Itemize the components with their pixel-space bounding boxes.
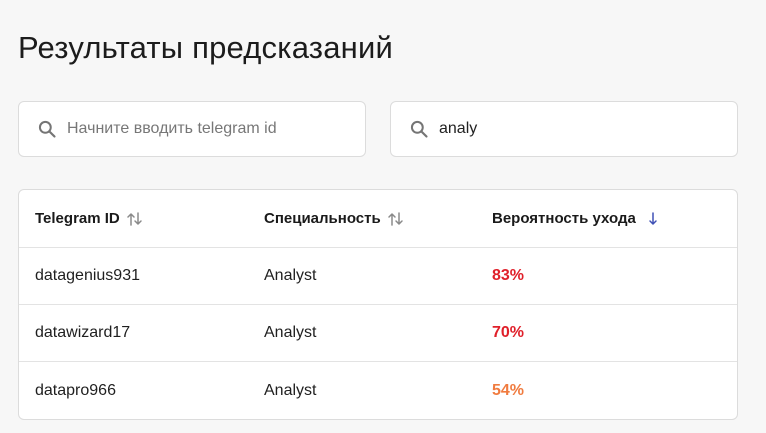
specialty-cell: Analyst <box>264 267 317 284</box>
telegram-id-search-box[interactable] <box>18 101 366 157</box>
search-icon <box>410 120 428 138</box>
column-header-churn-probability[interactable]: Вероятность ухода <box>492 190 662 247</box>
predictions-table: Telegram ID Специальность Вероятность ух… <box>18 189 738 420</box>
arrow-down-icon[interactable] <box>644 211 662 227</box>
table-row[interactable]: datapro966 Analyst 54% <box>19 362 737 419</box>
churn-probability-cell: 54% <box>492 381 525 399</box>
churn-probability-cell: 70% <box>492 324 525 341</box>
column-header-label: Telegram ID <box>35 210 120 227</box>
telegram-id-cell: datapro966 <box>35 381 116 399</box>
column-header-specialty[interactable]: Специальность <box>264 190 405 247</box>
table-header-row: Telegram ID Специальность Вероятность ух… <box>19 190 737 248</box>
column-header-label: Вероятность ухода <box>492 210 636 227</box>
specialty-cell: Analyst <box>264 324 317 341</box>
sort-arrows-icon[interactable] <box>387 211 405 227</box>
specialty-search-input[interactable] <box>439 120 699 138</box>
specialty-cell: Analyst <box>264 381 317 399</box>
telegram-id-cell: datawizard17 <box>35 324 131 341</box>
telegram-id-cell: datagenius931 <box>35 267 140 284</box>
churn-probability-cell: 83% <box>492 267 525 284</box>
column-header-label: Специальность <box>264 210 381 227</box>
column-header-telegram-id[interactable]: Telegram ID <box>35 190 144 247</box>
sort-arrows-icon[interactable] <box>126 211 144 227</box>
telegram-id-search-input[interactable] <box>67 120 327 138</box>
specialty-search-box[interactable] <box>390 101 738 157</box>
table-row[interactable]: datawizard17 Analyst 70% <box>19 305 737 362</box>
page-title: Результаты предсказаний <box>18 30 393 65</box>
search-icon <box>38 120 56 138</box>
page: Результаты предсказаний Telegram ID Спец… <box>0 0 766 433</box>
table-row[interactable]: datagenius931 Analyst 83% <box>19 248 737 305</box>
